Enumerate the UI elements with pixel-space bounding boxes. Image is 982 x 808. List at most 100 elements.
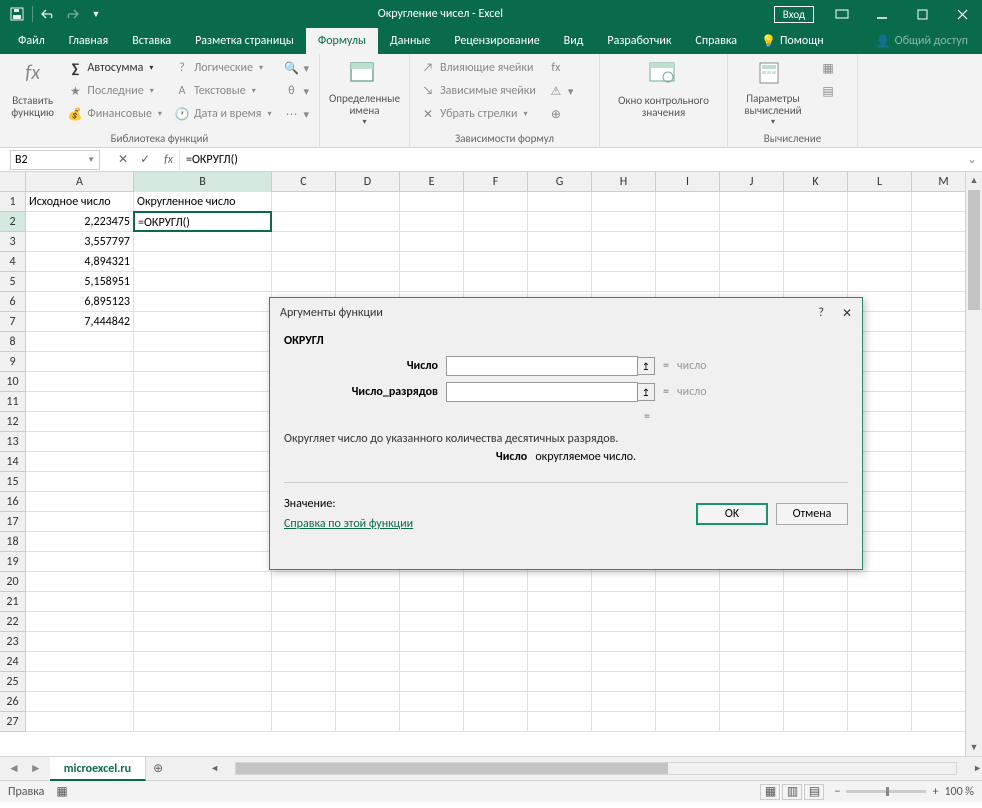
cell-A19[interactable] [26,552,134,572]
financial-button[interactable]: 💰Финансовые▾ [63,103,166,125]
zoom-out-icon[interactable]: − [834,785,840,799]
vertical-scrollbar[interactable]: ▲ ▼ [965,172,982,756]
tab-help[interactable]: Справка [683,28,749,54]
cell-K2[interactable] [784,212,848,232]
cell-H2[interactable] [592,212,656,232]
cell-J24[interactable] [720,652,784,672]
cell-I24[interactable] [656,652,720,672]
row-header-18[interactable]: 18 [0,532,25,552]
cell-H25[interactable] [592,672,656,692]
cell-K1[interactable] [784,192,848,212]
cell-B22[interactable] [134,612,272,632]
cell-K21[interactable] [784,592,848,612]
cell-K27[interactable] [784,712,848,732]
cell-B5[interactable] [134,272,272,292]
cell-C1[interactable] [272,192,336,212]
row-header-24[interactable]: 24 [0,652,25,672]
cell-L2[interactable] [848,212,912,232]
cell-C23[interactable] [272,632,336,652]
col-header-K[interactable]: K [784,172,848,192]
cell-A15[interactable] [26,472,134,492]
cell-I21[interactable] [656,592,720,612]
cell-H3[interactable] [592,232,656,252]
cell-D22[interactable] [336,612,400,632]
row-header-12[interactable]: 12 [0,412,25,432]
cell-D24[interactable] [336,652,400,672]
cell-L23[interactable] [848,632,912,652]
cell-L27[interactable] [848,712,912,732]
cell-A9[interactable] [26,352,134,372]
error-check-button[interactable]: ⚠▾ [544,80,578,102]
cell-H24[interactable] [592,652,656,672]
cell-B11[interactable] [134,392,272,412]
cell-J27[interactable] [720,712,784,732]
cell-L26[interactable] [848,692,912,712]
cell-L20[interactable] [848,572,912,592]
more-fn-2[interactable]: θ▾ [279,80,313,102]
row-header-9[interactable]: 9 [0,352,25,372]
cell-H5[interactable] [592,272,656,292]
cell-C20[interactable] [272,572,336,592]
trace-precedents-button[interactable]: ↗Влияющие ячейки [416,57,540,79]
cell-I3[interactable] [656,232,720,252]
cell-E24[interactable] [400,652,464,672]
col-header-J[interactable]: J [720,172,784,192]
tab-formulas[interactable]: Формулы [306,28,378,54]
cell-F20[interactable] [464,572,528,592]
cell-I26[interactable] [656,692,720,712]
cell-F1[interactable] [464,192,528,212]
cell-I4[interactable] [656,252,720,272]
cell-I2[interactable] [656,212,720,232]
maximize-icon[interactable] [902,0,942,28]
macro-record-icon[interactable]: ▦ [56,784,67,799]
cell-E21[interactable] [400,592,464,612]
ok-button[interactable]: OK [696,503,768,525]
save-icon[interactable] [6,3,28,25]
cell-I27[interactable] [656,712,720,732]
row-header-5[interactable]: 5 [0,272,25,292]
calc-sheet-button[interactable]: ▤ [816,80,840,102]
cell-F21[interactable] [464,592,528,612]
evaluate-button[interactable]: ⊕ [544,103,578,125]
row-header-16[interactable]: 16 [0,492,25,512]
cell-A18[interactable] [26,532,134,552]
cell-G26[interactable] [528,692,592,712]
cell-B10[interactable] [134,372,272,392]
cell-G1[interactable] [528,192,592,212]
cell-D2[interactable] [336,212,400,232]
cell-G2[interactable] [528,212,592,232]
cell-A1[interactable]: Исходное число [26,192,134,212]
col-header-I[interactable]: I [656,172,720,192]
cell-F23[interactable] [464,632,528,652]
row-header-7[interactable]: 7 [0,312,25,332]
cell-B16[interactable] [134,492,272,512]
cell-B9[interactable] [134,352,272,372]
cancel-button[interactable]: Отмена [776,503,848,525]
cell-A3[interactable]: 3,557797 [26,232,134,252]
close-icon[interactable] [942,0,982,28]
cell-F24[interactable] [464,652,528,672]
autosum-button[interactable]: ∑Автосумма▾ [63,57,166,79]
row-header-20[interactable]: 20 [0,572,25,592]
datetime-button[interactable]: 🕐Дата и время▾ [170,103,276,125]
horizontal-scrollbar[interactable] [235,762,957,775]
col-header-B[interactable]: B [134,172,272,192]
cell-A22[interactable] [26,612,134,632]
cell-G20[interactable] [528,572,592,592]
scroll-thumb[interactable] [968,190,980,310]
next-sheet-icon[interactable]: ► [30,761,42,776]
cell-A13[interactable] [26,432,134,452]
page-break-view-icon[interactable]: ▤ [804,784,824,800]
cell-H20[interactable] [592,572,656,592]
cell-J1[interactable] [720,192,784,212]
cell-B6[interactable] [134,292,272,312]
dialog-close-icon[interactable]: ✕ [842,306,852,321]
cell-A8[interactable] [26,332,134,352]
cell-A25[interactable] [26,672,134,692]
cell-K5[interactable] [784,272,848,292]
row-header-1[interactable]: 1 [0,192,25,212]
cell-B3[interactable] [134,232,272,252]
cell-K26[interactable] [784,692,848,712]
cell-D21[interactable] [336,592,400,612]
cell-G23[interactable] [528,632,592,652]
